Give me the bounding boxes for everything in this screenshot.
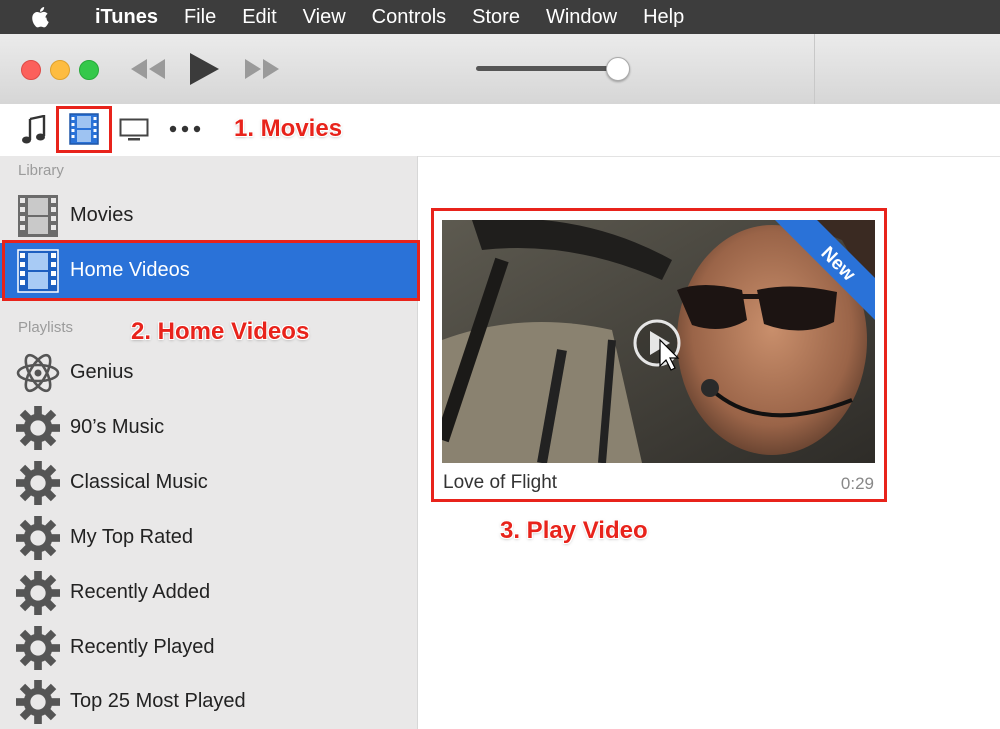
volume-slider-track[interactable] — [476, 66, 621, 71]
annotation-step-1: 1. Movies — [234, 115, 343, 142]
annotation-step-2: 2. Home Videos — [131, 318, 310, 345]
video-title[interactable]: Love of Flight — [443, 472, 557, 494]
media-kind-bar — [0, 104, 1000, 157]
sidebar-item-movies[interactable]: Movies — [0, 188, 417, 243]
menu-store[interactable]: Store — [459, 0, 533, 34]
sidebar-item-label: Recently Added — [70, 581, 211, 603]
more-dots-icon[interactable] — [168, 118, 202, 140]
menu-help[interactable]: Help — [630, 0, 697, 34]
menu-edit[interactable]: Edit — [229, 0, 289, 34]
menu-window[interactable]: Window — [533, 0, 630, 34]
atom-icon — [16, 351, 60, 395]
video-duration: 0:29 — [840, 474, 874, 493]
sidebar-item-label: Genius — [70, 361, 134, 383]
sidebar-item-classical-music[interactable]: Classical Music — [0, 455, 417, 510]
tv-icon[interactable] — [118, 115, 150, 145]
movies-highlight-box — [56, 106, 112, 153]
sidebar-item-genius[interactable]: Genius — [0, 345, 417, 400]
gear-icon — [16, 625, 60, 670]
sidebar-item-label: Movies — [70, 204, 134, 226]
gear-icon — [16, 460, 60, 505]
toolbar-divider — [814, 34, 815, 104]
next-track-icon[interactable] — [242, 55, 282, 83]
close-window-button[interactable] — [21, 60, 41, 80]
sidebar-item-recently-played[interactable]: Recently Played — [0, 620, 417, 675]
music-note-icon[interactable] — [18, 112, 50, 148]
sidebar-item-label: My Top Rated — [70, 526, 194, 548]
sidebar-item-label: Recently Played — [70, 636, 215, 658]
playlists-header: Playlists — [18, 319, 74, 336]
sidebar-item-label: 90’s Music — [70, 416, 165, 438]
home-videos-highlight-box — [2, 240, 420, 301]
sidebar-item-90s-music[interactable]: 90’s Music — [0, 400, 417, 455]
gear-icon — [16, 405, 60, 450]
menu-file[interactable]: File — [171, 0, 229, 34]
menu-bar: iTunes File Edit View Controls Store Win… — [0, 0, 1000, 34]
menu-controls[interactable]: Controls — [359, 0, 459, 34]
menu-view[interactable]: View — [290, 0, 359, 34]
annotation-step-3: 3. Play Video — [500, 517, 648, 544]
volume-slider-knob[interactable] — [606, 57, 630, 81]
gear-icon — [16, 570, 60, 615]
minimize-window-button[interactable] — [50, 60, 70, 80]
apple-logo-icon[interactable] — [0, 6, 82, 28]
play-icon[interactable] — [186, 50, 222, 88]
previous-track-icon[interactable] — [128, 55, 168, 83]
menu-itunes[interactable]: iTunes — [82, 0, 171, 34]
sidebar-item-my-top-rated[interactable]: My Top Rated — [0, 510, 417, 565]
sidebar-item-top-25-most-played[interactable]: Top 25 Most Played — [0, 674, 417, 729]
film-strip-icon — [16, 194, 60, 238]
sidebar-item-label: Classical Music — [70, 471, 208, 493]
gear-icon — [16, 679, 60, 724]
zoom-window-button[interactable] — [79, 60, 99, 80]
gear-icon — [16, 515, 60, 560]
sidebar-item-recently-added[interactable]: Recently Added — [0, 565, 417, 620]
sidebar-item-label: Top 25 Most Played — [70, 690, 246, 712]
library-header: Library — [18, 162, 64, 179]
video-thumbnail[interactable]: New — [442, 220, 875, 463]
